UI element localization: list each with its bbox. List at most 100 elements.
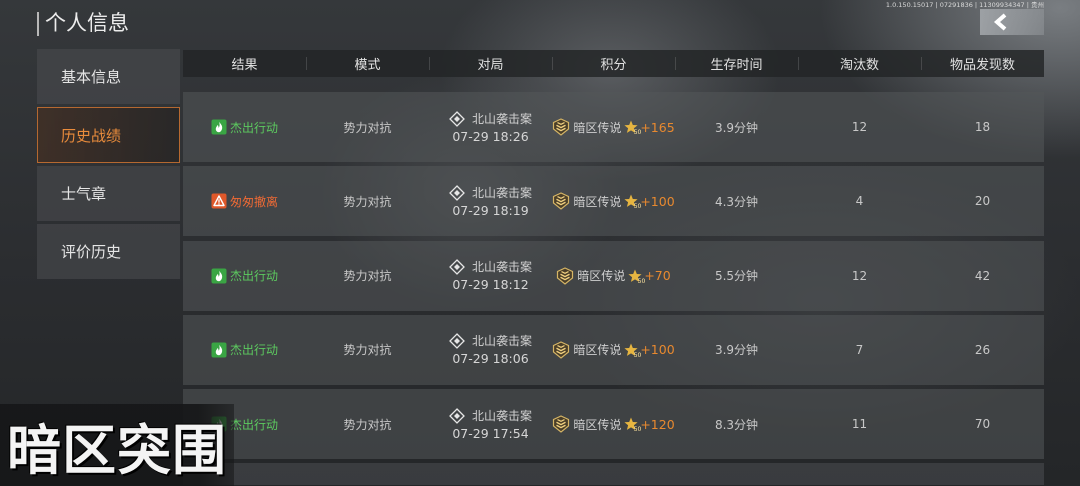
- match-cell: 北山袭击案 07-29 18:06: [449, 333, 532, 366]
- table-row[interactable]: 杰出行动 势力对抗 北山袭击案 07-29 18:12 暗区传说 50 +70 …: [183, 240, 1044, 311]
- sidebar-item-morale-badges[interactable]: 士气章: [37, 166, 180, 221]
- result-label: 杰出行动: [229, 343, 278, 358]
- score-cell: 暗区传说 50 +70: [556, 266, 671, 285]
- eliminations-count: 12: [851, 268, 868, 283]
- match-time: 07-29 18:19: [452, 202, 529, 218]
- rank-emblem-icon: [552, 415, 570, 433]
- survival-cell: 8.3分钟: [715, 416, 758, 433]
- rank-emblem-icon: [556, 266, 574, 285]
- match-time: 07-29 18:26: [452, 128, 529, 144]
- survival-cell: 3.9分钟: [715, 341, 758, 358]
- flame-icon: [211, 119, 227, 135]
- back-button[interactable]: [980, 9, 1044, 35]
- score-gain: +100: [640, 193, 675, 209]
- column-header-mode: 模式: [306, 50, 429, 77]
- table-header: 结果 模式 对局 积分 生存时间 淘汰数 物品发现数: [183, 50, 1044, 77]
- survival-time: 5.5分钟: [714, 269, 759, 283]
- rank-emblem-icon: [552, 118, 570, 136]
- match-history-table: 杰出行动 势力对抗 北山袭击案 07-29 18:26 暗区传说 50 +165…: [183, 92, 1044, 486]
- rank-label: 暗区传说: [573, 120, 622, 135]
- items-found-cell: 20: [975, 194, 990, 208]
- sidebar-item-match-history[interactable]: 历史战绩: [37, 107, 180, 163]
- map-name: 北山袭击案: [471, 260, 532, 274]
- star-icon: 50: [624, 194, 641, 210]
- map-line: 北山袭击案: [449, 259, 532, 275]
- eliminations-count: 7: [855, 342, 864, 357]
- table-row[interactable]: 杰出行动 势力对抗 北山袭击案 07-29 17:54 暗区传说 50 +120…: [183, 389, 1044, 459]
- diamond-map-icon: [449, 333, 465, 350]
- match-cell: 北山袭击案 07-29 17:54: [449, 407, 532, 441]
- mode-label: 势力对抗: [343, 194, 392, 209]
- star-icon: 50: [624, 417, 641, 433]
- mode-cell: 势力对抗: [343, 416, 391, 433]
- items-found-count: 42: [974, 268, 991, 283]
- eliminations-count: 11: [851, 417, 868, 431]
- star-level: 50: [633, 351, 642, 359]
- build-info: 1.0.150.15017 | 07291836 | 11309934347 |…: [885, 1, 1044, 9]
- sidebar-item-label: 评价历史: [61, 243, 122, 261]
- match-time: 07-29 18:12: [452, 277, 529, 292]
- items-found-cell: 26: [975, 343, 990, 357]
- eliminations-count: 4: [855, 194, 864, 209]
- result-label: 匆匆撤离: [229, 194, 278, 209]
- mode-label: 势力对抗: [343, 417, 392, 432]
- game-logo-watermark: 暗区突围: [0, 404, 234, 486]
- items-found-count: 18: [974, 120, 991, 134]
- star-level: 50: [633, 203, 642, 211]
- result-label: 杰出行动: [229, 120, 278, 135]
- result-label: 杰出行动: [229, 417, 278, 432]
- star-level: 50: [633, 426, 642, 433]
- column-header-survival-time: 生存时间: [675, 50, 798, 77]
- star-icon: 50: [624, 343, 641, 358]
- sidebar-item-label: 基本信息: [61, 68, 122, 86]
- mode-cell: 势力对抗: [343, 119, 391, 136]
- table-row[interactable]: 杰出行动 势力对抗 北山袭击案 07-29 18:26 暗区传说 50 +165…: [183, 92, 1044, 162]
- match-cell: 北山袭击案 07-29 18:19: [449, 184, 532, 218]
- items-found-count: 26: [974, 342, 991, 357]
- score-gain: +70: [644, 268, 671, 283]
- table-row[interactable]: 匆匆撤离 势力对抗 北山袭击案 07-29 18:19 暗区传说 50 +100…: [183, 166, 1044, 237]
- result-cell: 杰出行动: [211, 119, 278, 136]
- sidebar-item-basic-info[interactable]: 基本信息: [37, 49, 180, 104]
- map-line: 北山袭击案: [449, 407, 532, 424]
- star-level: 50: [633, 129, 642, 136]
- column-header-items-found: 物品发现数: [921, 50, 1044, 77]
- page-title: 个人信息: [45, 11, 129, 35]
- chevron-left-icon: [992, 13, 1012, 31]
- diamond-map-icon: [449, 110, 465, 127]
- column-header-eliminations: 淘汰数: [798, 50, 921, 77]
- match-cell: 北山袭击案 07-29 18:26: [449, 110, 532, 144]
- table-row-partial[interactable]: [183, 463, 1044, 486]
- match-time: 07-29 17:54: [452, 425, 529, 441]
- items-found-count: 20: [974, 194, 991, 209]
- mode-label: 势力对抗: [343, 269, 392, 283]
- eliminations-count: 12: [851, 120, 868, 134]
- survival-cell: 4.3分钟: [715, 193, 758, 210]
- result-cell: 匆匆撤离: [211, 193, 278, 210]
- survival-cell: 5.5分钟: [715, 267, 758, 284]
- sidebar-item-review-history[interactable]: 评价历史: [37, 224, 180, 279]
- match-cell: 北山袭击案 07-29 18:12: [449, 259, 532, 292]
- sidebar-item-label: 历史战绩: [61, 126, 122, 145]
- items-found-cell: 18: [975, 120, 990, 134]
- rank-label: 暗区传说: [573, 343, 622, 358]
- score-gain: +100: [640, 342, 675, 358]
- star-icon: 50: [624, 120, 641, 136]
- eliminations-cell: 4: [856, 194, 864, 208]
- survival-cell: 3.9分钟: [715, 119, 758, 136]
- star-level: 50: [637, 277, 646, 285]
- items-found-cell: 42: [975, 269, 990, 283]
- rank-emblem-icon: [552, 341, 570, 359]
- result-cell: 杰出行动: [211, 267, 278, 284]
- score-cell: 暗区传说 50 +120: [552, 415, 675, 433]
- sidebar: 基本信息 历史战绩 士气章 评价历史: [37, 49, 180, 282]
- warning-icon: [211, 193, 227, 209]
- eliminations-cell: 11: [852, 417, 867, 431]
- table-row[interactable]: 杰出行动 势力对抗 北山袭击案 07-29 18:06 暗区传说 50 +100…: [183, 314, 1044, 385]
- title-accent-bar: [37, 12, 39, 36]
- eliminations-cell: 7: [856, 343, 864, 357]
- map-line: 北山袭击案: [449, 184, 532, 201]
- column-header-match: 对局: [429, 50, 552, 77]
- diamond-map-icon: [449, 259, 465, 275]
- score-gain: +165: [640, 119, 675, 135]
